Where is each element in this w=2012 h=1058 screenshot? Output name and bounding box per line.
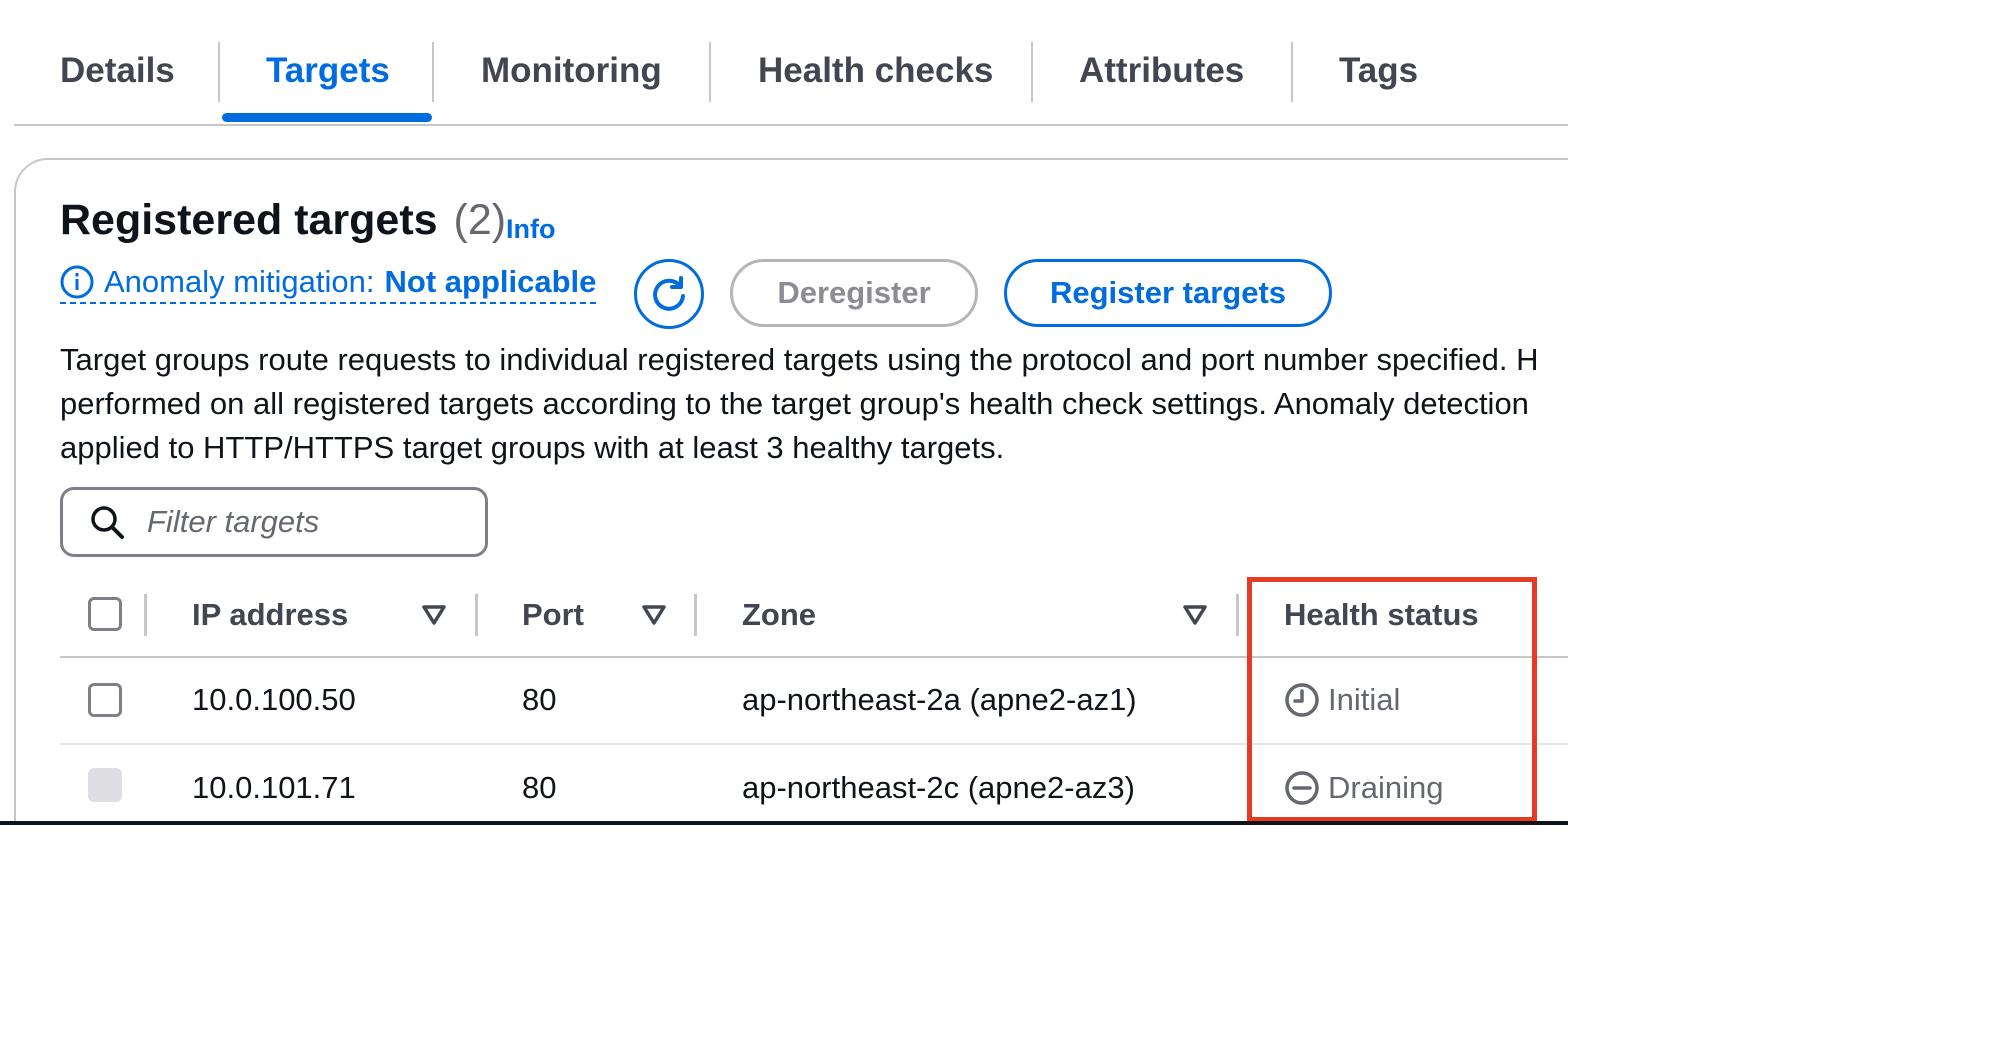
column-divider[interactable] [694, 594, 697, 636]
row-checkbox[interactable] [88, 683, 122, 717]
sort-down-icon[interactable] [641, 602, 667, 628]
tab-bar: Details Targets Monitoring Health checks… [14, 0, 1568, 126]
health-status-highlight [1247, 577, 1537, 822]
register-targets-button[interactable]: Register targets [1004, 259, 1332, 327]
refresh-button[interactable] [634, 259, 704, 329]
tab-divider [218, 42, 220, 102]
filter-targets-input[interactable] [145, 503, 469, 541]
deregister-button[interactable]: Deregister [730, 259, 978, 327]
filter-targets-field[interactable] [60, 487, 488, 557]
tab-divider [432, 42, 434, 102]
target-count: (2) [453, 196, 507, 244]
column-divider[interactable] [1236, 594, 1239, 636]
refresh-icon [653, 276, 685, 311]
panel-title-text: Registered targets [60, 196, 438, 244]
panel-description: Target groups route requests to individu… [60, 338, 1568, 470]
tab-divider [1291, 42, 1293, 102]
tab-divider [709, 42, 711, 102]
info-circle-icon [60, 265, 94, 299]
tab-divider [1031, 42, 1033, 102]
tab-tags[interactable]: Tags [1339, 40, 1418, 102]
description-line: applied to HTTP/HTTPS target groups with… [60, 430, 1005, 465]
tab-details[interactable]: Details [60, 40, 175, 102]
cell-port: 80 [522, 682, 557, 717]
blank-area [0, 825, 2012, 1058]
anomaly-mitigation-link[interactable]: Anomaly mitigation: Not applicable [60, 262, 597, 304]
anomaly-label: Anomaly mitigation: [104, 264, 375, 299]
tab-monitoring[interactable]: Monitoring [481, 40, 662, 102]
sort-down-icon[interactable] [1182, 602, 1208, 628]
row-checkbox[interactable] [88, 768, 122, 802]
select-all-checkbox[interactable] [88, 597, 122, 631]
anomaly-value: Not applicable [384, 264, 597, 299]
sort-down-icon[interactable] [421, 602, 447, 628]
active-tab-indicator [222, 113, 432, 122]
column-header-port[interactable]: Port [522, 580, 584, 650]
column-divider[interactable] [475, 594, 478, 636]
tab-targets[interactable]: Targets [266, 40, 390, 102]
search-icon [91, 506, 124, 539]
info-link[interactable]: Info [506, 214, 555, 245]
cell-port: 80 [522, 770, 557, 805]
tab-health-checks[interactable]: Health checks [758, 40, 993, 102]
column-header-ip-address[interactable]: IP address [192, 580, 348, 650]
target-group-page: Details Targets Monitoring Health checks… [0, 0, 1568, 825]
panel-title: Registered targets (2) [60, 196, 506, 245]
column-divider[interactable] [144, 594, 147, 636]
column-header-zone[interactable]: Zone [742, 580, 816, 650]
tab-attributes[interactable]: Attributes [1079, 40, 1244, 102]
cell-ip-address: 10.0.101.71 [192, 770, 356, 805]
description-line: Target groups route requests to individu… [60, 342, 1539, 377]
cell-ip-address: 10.0.100.50 [192, 682, 356, 717]
cell-zone: ap-northeast-2c (apne2-az3) [742, 770, 1135, 805]
description-line: performed on all registered targets acco… [60, 386, 1529, 421]
cell-zone: ap-northeast-2a (apne2-az1) [742, 682, 1137, 717]
